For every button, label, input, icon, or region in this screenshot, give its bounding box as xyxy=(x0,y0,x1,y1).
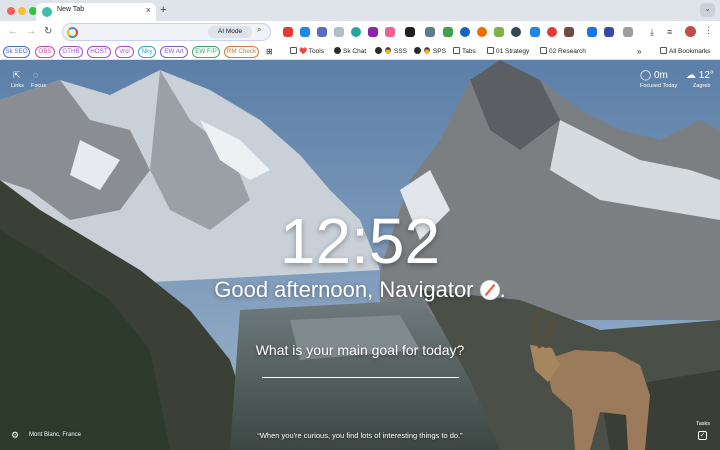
bookmark-chip[interactable]: HOST xyxy=(87,46,111,58)
bookmark-chip[interactable]: OBS xyxy=(35,46,55,58)
bookmarks-overflow-button[interactable]: » xyxy=(637,46,641,57)
main-goal-input[interactable] xyxy=(262,368,459,378)
apps-grid-icon[interactable]: ⊞ xyxy=(266,46,273,57)
extension-icon[interactable] xyxy=(477,27,487,37)
back-button[interactable]: ← xyxy=(8,25,18,39)
menu-icon[interactable]: ⋮ xyxy=(704,25,713,36)
bookmark-folder-strategy[interactable]: 01 Strategy xyxy=(487,46,529,57)
download-icon[interactable]: ⤓ xyxy=(650,26,654,38)
new-tab-button[interactable]: + xyxy=(160,3,166,17)
extension-icon[interactable] xyxy=(511,27,521,37)
bookmark-folder-research[interactable]: 02 Research xyxy=(540,46,586,57)
weather-city: Zagreb xyxy=(693,83,711,89)
extension-icon[interactable] xyxy=(334,27,344,37)
folder-icon xyxy=(540,47,547,54)
tab-title: New Tab xyxy=(57,6,85,13)
window-minimize-button[interactable] xyxy=(18,7,26,15)
window-close-button[interactable] xyxy=(7,7,15,15)
bookmark-chip[interactable]: Sk SEO xyxy=(3,46,30,58)
extension-icon[interactable] xyxy=(283,27,293,37)
media-control-icon[interactable]: ≡ xyxy=(667,26,672,38)
main-goal-prompt: What is your main goal for today? xyxy=(255,342,465,358)
globe-icon xyxy=(375,47,382,54)
tab-search-button[interactable]: ⌄ xyxy=(700,3,715,17)
extension-icon[interactable] xyxy=(300,27,310,37)
forward-button[interactable]: → xyxy=(26,25,36,39)
bookmark-chip[interactable]: Vrcl xyxy=(115,46,134,58)
extension-icon[interactable] xyxy=(425,27,435,37)
extension-icon[interactable] xyxy=(385,27,395,37)
globe-icon xyxy=(414,47,421,54)
tab-strip: New Tab × + ⌄ xyxy=(0,0,720,21)
extension-icon[interactable] xyxy=(587,27,597,37)
bookmark-sss[interactable]: 👨 SSS xyxy=(375,46,407,57)
profile-avatar[interactable] xyxy=(685,26,696,37)
weather-widget[interactable]: ☁ 12° xyxy=(686,70,714,81)
bookmark-chip[interactable]: RM Check xyxy=(224,46,259,58)
tasks-label[interactable]: Tasks xyxy=(696,421,710,427)
focused-today-label: Focused Today xyxy=(640,83,678,89)
daily-quote[interactable]: “When you're curious, you find lots of i… xyxy=(0,431,720,440)
greeting: Good afternoon, Navigator . xyxy=(0,277,720,303)
bookmark-chip[interactable]: GTHB xyxy=(59,46,83,58)
extension-icon[interactable] xyxy=(351,27,361,37)
all-bookmarks-button[interactable]: All Bookmarks xyxy=(660,46,711,57)
bookmark-folder-tabs[interactable]: Tabs xyxy=(453,46,476,57)
ai-mode-button[interactable]: AI Mode xyxy=(208,26,252,38)
folder-icon xyxy=(487,47,494,54)
extension-icon[interactable] xyxy=(564,27,574,37)
momentum-favicon-icon xyxy=(42,7,52,17)
extension-icon[interactable] xyxy=(494,27,504,37)
extension-icon[interactable] xyxy=(443,27,453,37)
compass-icon xyxy=(479,280,500,300)
bookmark-chip[interactable]: EW Art xyxy=(160,46,188,58)
extension-icon[interactable] xyxy=(604,27,614,37)
extension-icon[interactable] xyxy=(317,27,327,37)
search-icon[interactable]: ⌕ xyxy=(257,25,261,35)
greeting-text: Good afternoon, Navigator xyxy=(214,277,474,302)
bookmark-sps[interactable]: 👨 SPS xyxy=(414,46,446,57)
address-bar[interactable]: AI Mode ⌕ xyxy=(62,23,271,41)
greeting-period: . xyxy=(499,277,506,302)
bookmark-chip[interactable]: EW F/P xyxy=(192,46,220,58)
reload-button[interactable]: ↻ xyxy=(44,25,52,39)
folder-icon xyxy=(453,47,460,54)
extension-icon[interactable] xyxy=(405,27,415,37)
extensions-puzzle-icon[interactable] xyxy=(623,27,633,37)
bookmark-folder-tools[interactable]: ❤️ Tools xyxy=(290,46,324,57)
tab-close-icon[interactable]: × xyxy=(146,5,151,15)
bookmark-chip[interactable]: Nky xyxy=(138,46,156,58)
extension-icon[interactable] xyxy=(368,27,378,37)
bookmarks-bar: Sk SEO OBS GTHB HOST Vrcl Nky EW Art EW … xyxy=(0,43,720,60)
focus-time[interactable]: ◯ 0m xyxy=(640,70,668,81)
tab-new-tab[interactable]: New Tab × xyxy=(36,3,156,21)
google-icon xyxy=(67,27,78,38)
clock: 12:52 xyxy=(279,205,441,277)
folder-icon xyxy=(290,47,297,54)
extension-icon[interactable] xyxy=(460,27,470,37)
focus-icon[interactable]: ◌ xyxy=(33,70,38,80)
focus-label[interactable]: Focus xyxy=(31,83,46,89)
extension-icon[interactable] xyxy=(530,27,540,37)
browser-toolbar: ← → ↻ AI Mode ⌕ ⤓ ≡ ⋮ xyxy=(0,21,720,43)
globe-icon xyxy=(334,47,341,54)
extension-icon[interactable] xyxy=(547,27,557,37)
links-label[interactable]: Links xyxy=(11,83,24,89)
folder-icon xyxy=(660,47,667,54)
tasks-checkbox-icon[interactable]: ✓ xyxy=(698,431,707,440)
links-icon[interactable]: ⇱ xyxy=(13,70,21,81)
bookmark-sk-chat[interactable]: Sk Chat xyxy=(334,46,366,57)
